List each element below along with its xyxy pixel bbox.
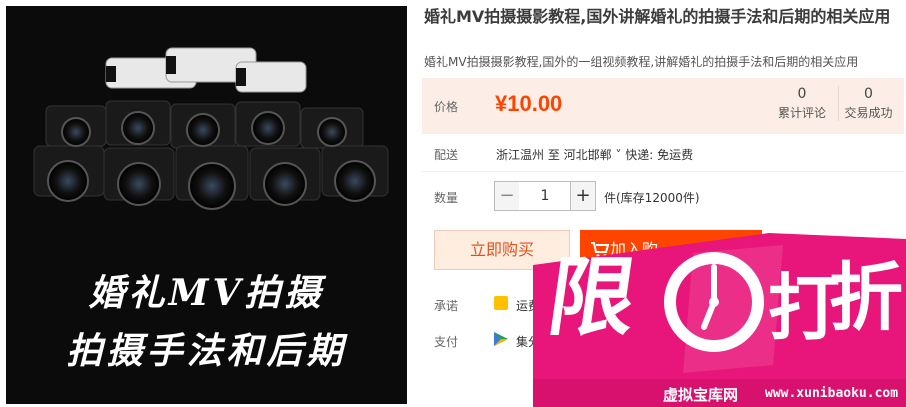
promo-char-discount: 折 <box>829 255 903 341</box>
camera-lenses-illustration <box>33 47 389 210</box>
quantity-input[interactable]: 1 <box>519 181 571 211</box>
price-value: ¥10.00 <box>495 91 563 116</box>
shipping-label: 配送 <box>434 148 459 162</box>
price-box: 价格 ¥10.00 0 累计评论 0 交易成功 <box>422 78 904 134</box>
watermark-site-name: 虚拟宝库网 <box>663 386 739 404</box>
promise-label: 承诺 <box>434 299 459 313</box>
stock-info: 件(库存12000件) <box>604 191 700 205</box>
product-subtitle: 婚礼MV拍摄摄影教程,国外的一组视频教程,讲解婚礼的拍摄手法和后期的相关应用 <box>424 55 859 69</box>
sales-count: 0 <box>864 86 873 102</box>
quantity-increase-button[interactable]: + <box>570 181 596 211</box>
reviews-stat[interactable]: 0 累计评论 <box>772 86 832 121</box>
divider <box>422 171 904 172</box>
reviews-label: 累计评论 <box>777 106 826 120</box>
product-image[interactable]: 婚礼MV拍摄 拍摄手法和后期 <box>6 6 407 404</box>
quantity-label: 数量 <box>434 191 459 205</box>
image-caption-line1: 婚礼MV拍摄 <box>88 272 325 314</box>
quantity-decrease-button[interactable]: − <box>494 181 520 211</box>
payment-label: 支付 <box>434 335 459 349</box>
sales-label: 交易成功 <box>844 106 893 120</box>
product-title: 婚礼MV拍摄摄影教程,国外讲解婚礼的拍摄手法和后期的相关应用 <box>424 7 891 26</box>
watermark-site-url: www.xunibaoku.com <box>765 386 899 401</box>
discount-promo-banner: 限 打 折 虚拟宝库网 www.xunibaoku.com <box>533 233 906 407</box>
payment-method-icon <box>494 332 508 346</box>
clock-icon <box>664 252 764 352</box>
shipping-destination-select[interactable]: 浙江温州 至 河北邯郸 ˅ 快递: 免运费 <box>496 146 693 163</box>
price-label: 价格 <box>434 100 459 114</box>
reviews-count: 0 <box>797 86 807 102</box>
promise-badge-icon <box>494 296 508 310</box>
promo-char-limit: 限 <box>541 248 643 348</box>
sales-stat[interactable]: 0 交易成功 <box>838 86 898 121</box>
image-caption-line2: 拍摄手法和后期 <box>66 330 347 372</box>
